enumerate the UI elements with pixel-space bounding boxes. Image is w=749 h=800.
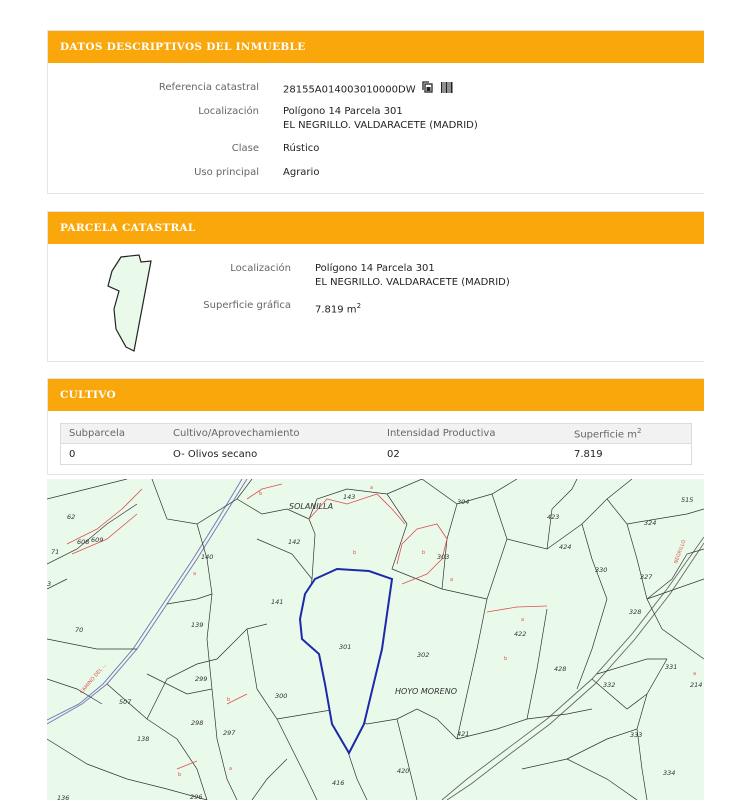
uso-label: Uso principal xyxy=(194,167,259,178)
svg-text:a: a xyxy=(450,577,453,583)
svg-text:138: 138 xyxy=(137,735,149,743)
svg-text:139: 139 xyxy=(191,621,203,629)
cadastral-map[interactable]: SOLANILLA HOYO MORENO 62 71 70 140 139 1… xyxy=(47,479,704,800)
svg-text:142: 142 xyxy=(288,538,300,546)
svg-text:3: 3 xyxy=(47,580,51,588)
uso-value: Agrario xyxy=(283,167,320,178)
cell-superficie: 7.819 xyxy=(566,443,692,465)
svg-text:b: b xyxy=(259,491,262,497)
svg-text:141: 141 xyxy=(271,598,283,606)
col-intensidad: Intensidad Productiva xyxy=(379,423,566,444)
copy-icon[interactable] xyxy=(421,81,433,98)
svg-text:a: a xyxy=(521,617,524,623)
svg-text:422: 422 xyxy=(514,630,526,638)
col-superficie-exp: 2 xyxy=(636,426,642,435)
clase-value: Rústico xyxy=(283,143,320,154)
cadastral-map-svg[interactable]: SOLANILLA HOYO MORENO 62 71 70 140 139 1… xyxy=(47,479,704,800)
cultivo-table: Subparcela Cultivo/Aprovechamiento Inten… xyxy=(60,423,692,465)
svg-text:299: 299 xyxy=(195,675,207,683)
panel-header-cultivo: CULTIVO xyxy=(48,379,704,411)
svg-text:136: 136 xyxy=(57,794,69,800)
panel-parcela-catastral: PARCELA CATASTRAL Localización Polígono … xyxy=(47,211,704,362)
svg-text:420: 420 xyxy=(397,767,409,775)
svg-text:140: 140 xyxy=(201,553,213,561)
svg-text:70: 70 xyxy=(75,626,83,634)
svg-text:608: 608 xyxy=(77,538,89,546)
panel-datos-descriptivos: DATOS DESCRIPTIVOS DEL INMUEBLE Referenc… xyxy=(47,30,704,194)
ref-catastral: 28155A014003010000DW xyxy=(283,84,416,96)
svg-text:214: 214 xyxy=(690,681,702,689)
clase-label: Clase xyxy=(231,143,259,154)
svg-text:327: 327 xyxy=(640,573,653,581)
svg-text:b: b xyxy=(422,550,425,556)
svg-text:428: 428 xyxy=(554,665,566,673)
superficie-label: Superficie gráfica xyxy=(203,300,291,311)
svg-text:515: 515 xyxy=(681,496,693,504)
cell-intensidad: 02 xyxy=(379,443,566,465)
svg-text:507: 507 xyxy=(119,698,132,706)
place-label-hoyo-moreno: HOYO MORENO xyxy=(395,687,457,696)
svg-text:416: 416 xyxy=(332,779,344,787)
svg-text:b: b xyxy=(353,550,356,556)
panel-header-parcela: PARCELA CATASTRAL xyxy=(48,212,704,244)
svg-text:296: 296 xyxy=(190,793,202,800)
svg-text:324: 324 xyxy=(644,519,656,527)
parcela-loc-label: Localización xyxy=(230,263,291,274)
col-subparcela: Subparcela xyxy=(60,423,165,444)
svg-text:302: 302 xyxy=(417,651,429,659)
svg-text:303: 303 xyxy=(437,553,449,561)
svg-text:304: 304 xyxy=(457,498,469,506)
table-row: 0 O- Olivos secano 02 7.819 xyxy=(60,443,692,465)
svg-text:421: 421 xyxy=(457,730,469,738)
svg-text:333: 333 xyxy=(630,731,642,739)
svg-text:b: b xyxy=(504,656,507,662)
svg-text:424: 424 xyxy=(559,543,571,551)
svg-text:334: 334 xyxy=(663,769,675,777)
svg-text:71: 71 xyxy=(51,548,59,556)
svg-text:301: 301 xyxy=(339,643,351,651)
superficie-exponent: 2 xyxy=(356,302,362,310)
parcel-shape-thumbnail xyxy=(107,254,152,352)
svg-text:a: a xyxy=(193,571,196,577)
svg-text:298: 298 xyxy=(191,719,203,727)
superficie-number: 7.819 m xyxy=(315,304,357,316)
col-cultivo: Cultivo/Aprovechamiento xyxy=(165,423,379,444)
svg-text:300: 300 xyxy=(275,692,287,700)
svg-text:a: a xyxy=(693,671,696,677)
svg-text:328: 328 xyxy=(629,608,641,616)
svg-text:62: 62 xyxy=(67,513,75,521)
col-superficie-label: Superficie m xyxy=(574,429,637,441)
panel-cultivo: CULTIVO Subparcela Cultivo/Aprovechamien… xyxy=(47,378,704,475)
place-label-solanilla: SOLANILLA xyxy=(289,502,333,511)
col-superficie: Superficie m2 xyxy=(566,423,692,444)
svg-text:331: 331 xyxy=(665,663,677,671)
ref-value: 28155A014003010000DW xyxy=(283,81,453,98)
loc-line1: Polígono 14 Parcela 301 xyxy=(283,106,403,117)
cell-cultivo: O- Olivos secano xyxy=(165,443,379,465)
parcela-loc-line1: Polígono 14 Parcela 301 xyxy=(315,263,435,274)
loc-line2: EL NEGRILLO. VALDARACETE (MADRID) xyxy=(283,120,478,131)
ref-label: Referencia catastral xyxy=(158,82,259,93)
parcela-loc-line2: EL NEGRILLO. VALDARACETE (MADRID) xyxy=(315,277,510,288)
svg-text:b: b xyxy=(227,697,230,703)
svg-text:a: a xyxy=(229,766,232,772)
cultivo-table-header: Subparcela Cultivo/Aprovechamiento Inten… xyxy=(60,423,692,444)
panel-header-datos: DATOS DESCRIPTIVOS DEL INMUEBLE xyxy=(48,31,704,63)
svg-text:143: 143 xyxy=(343,493,355,501)
svg-text:330: 330 xyxy=(595,566,607,574)
svg-text:b: b xyxy=(178,772,181,778)
svg-text:609: 609 xyxy=(91,536,103,544)
svg-text:a: a xyxy=(370,485,373,491)
svg-text:423: 423 xyxy=(547,513,559,521)
barcode-icon[interactable] xyxy=(440,81,453,98)
cell-subparcela: 0 xyxy=(60,443,165,465)
svg-text:297: 297 xyxy=(223,729,236,737)
svg-text:332: 332 xyxy=(603,681,615,689)
superficie-value: 7.819 m2 xyxy=(315,299,361,317)
loc-label: Localización xyxy=(198,106,259,117)
